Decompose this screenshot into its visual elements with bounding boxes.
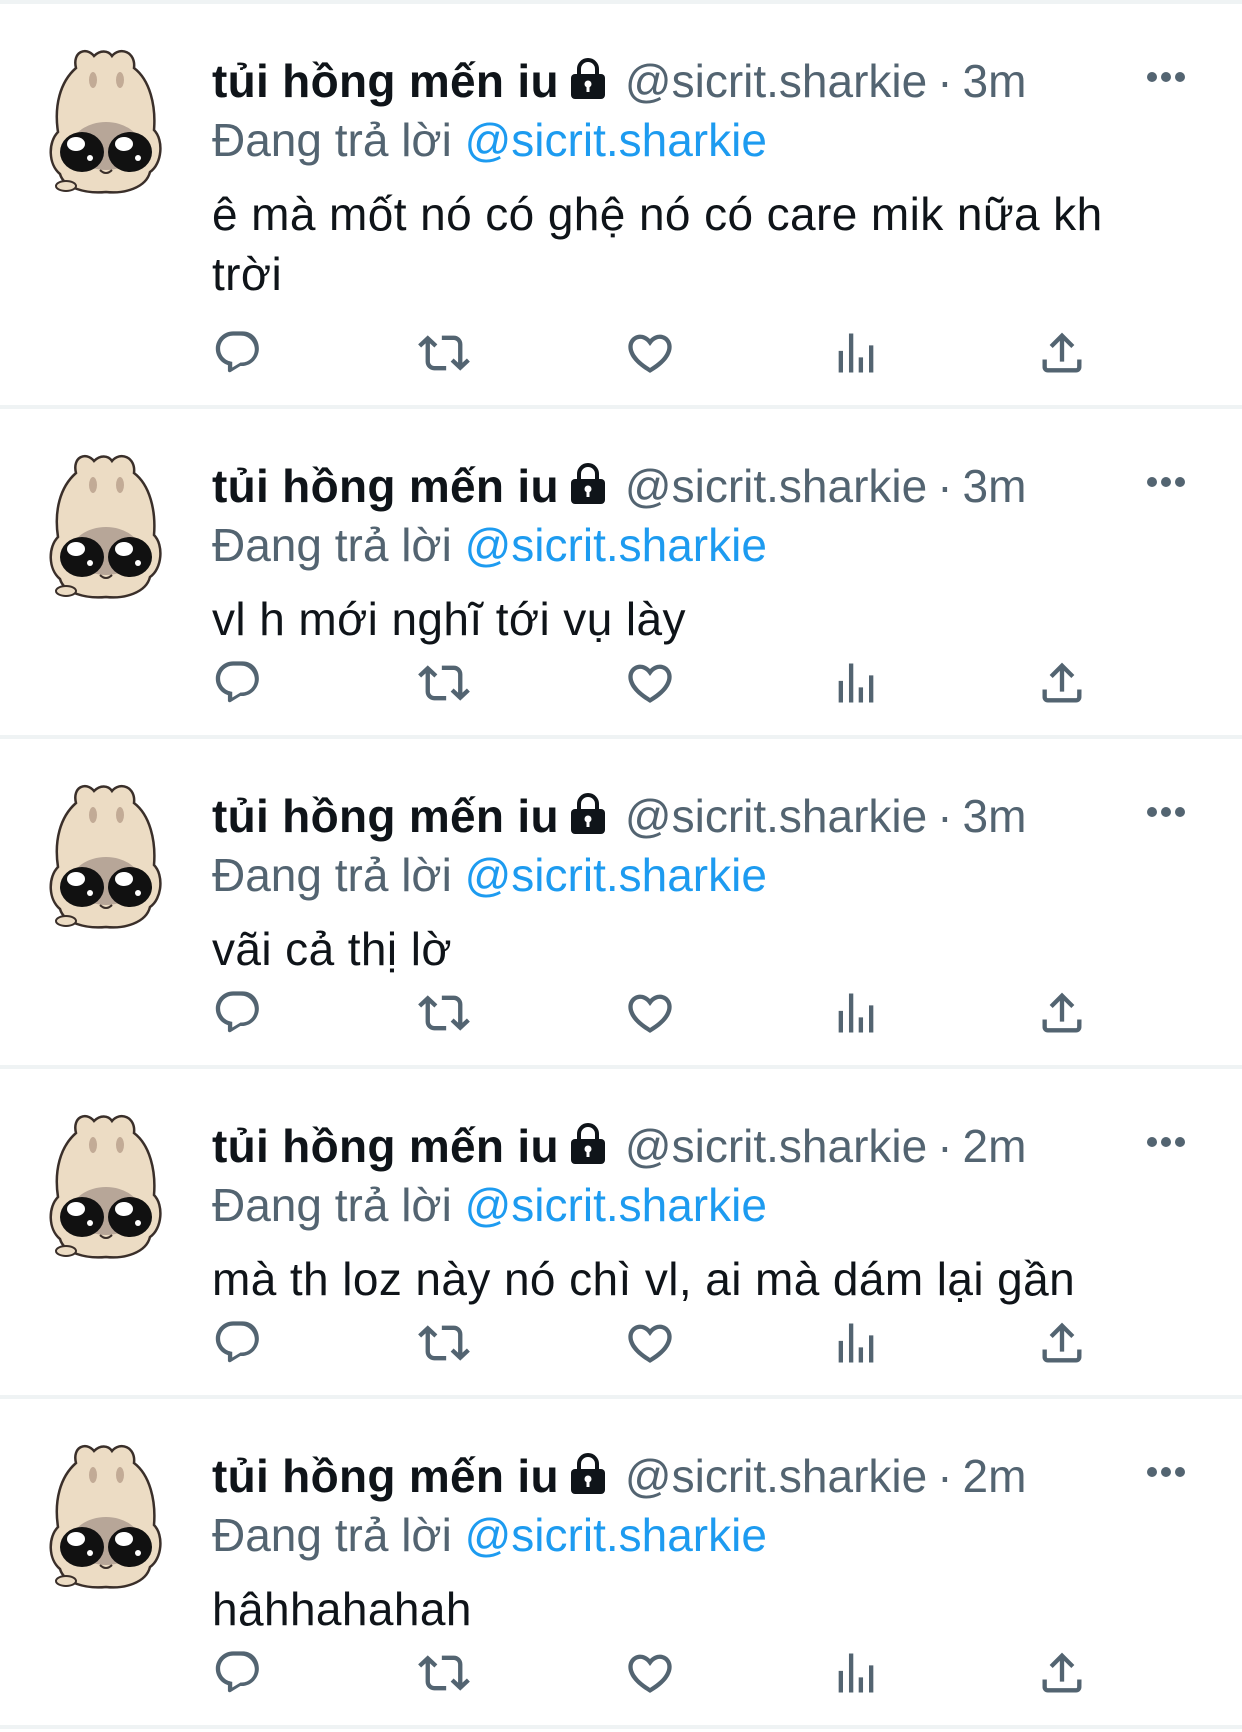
share-icon[interactable] [1036, 1647, 1088, 1699]
views-icon[interactable] [830, 987, 882, 1039]
username-handle[interactable]: @sicrit.sharkie [625, 55, 927, 107]
avatar[interactable] [46, 46, 168, 198]
display-name[interactable]: tủi hồng mến iu [212, 1120, 559, 1172]
reply-icon[interactable] [212, 1647, 264, 1699]
tweet[interactable]: tủi hồng mến iu @sicrit.sharkie · 3m Đang t… [0, 739, 1242, 1069]
reply-thread: tủi hồng mến iu @sicrit.sharkie · 3m Đang t… [0, 4, 1242, 1729]
tweet-text: vãi cả thị lờ [212, 923, 452, 975]
tweet[interactable]: tủi hồng mến iu @sicrit.sharkie · 3m Đang t… [0, 4, 1242, 409]
like-icon[interactable] [624, 657, 676, 709]
like-icon[interactable] [624, 327, 676, 379]
display-name[interactable]: tủi hồng mến iu [212, 55, 559, 107]
replying-to-mention[interactable]: @sicrit.sharkie [465, 519, 767, 571]
replying-to-label: Đang trả lời [212, 114, 452, 166]
tweet-actions [212, 327, 1242, 377]
timestamp[interactable]: 3m [963, 460, 1027, 512]
separator-dot: · [937, 790, 953, 842]
replying-to-mention[interactable]: @sicrit.sharkie [465, 114, 767, 166]
separator-dot: · [937, 460, 953, 512]
more-options-icon[interactable] [1146, 1135, 1186, 1147]
timestamp[interactable]: 2m [963, 1120, 1027, 1172]
tweet[interactable]: tủi hồng mến iu @sicrit.sharkie · 2m Đang t… [0, 1399, 1242, 1729]
reply-icon[interactable] [212, 987, 264, 1039]
views-icon[interactable] [830, 657, 882, 709]
replying-to-line: Đang trả lời @sicrit.sharkie [212, 847, 767, 903]
username-handle[interactable]: @sicrit.sharkie [625, 460, 927, 512]
views-icon[interactable] [830, 1647, 882, 1699]
lock-icon [565, 1451, 611, 1495]
share-icon[interactable] [1036, 657, 1088, 709]
separator-dot: · [937, 1450, 953, 1502]
timestamp[interactable]: 2m [963, 1450, 1027, 1502]
replying-to-label: Đang trả lời [212, 1509, 452, 1561]
more-options-icon[interactable] [1146, 70, 1186, 82]
retweet-icon[interactable] [418, 327, 470, 379]
replying-to-line: Đang trả lời @sicrit.sharkie [212, 1507, 767, 1563]
replying-to-mention[interactable]: @sicrit.sharkie [465, 1509, 767, 1561]
replying-to-label: Đang trả lời [212, 519, 452, 571]
views-icon[interactable] [830, 327, 882, 379]
tweet-header: tủi hồng mến iu @sicrit.sharkie · 3m [212, 457, 1026, 515]
tweet-header: tủi hồng mến iu @sicrit.sharkie · 3m [212, 52, 1026, 110]
retweet-icon[interactable] [418, 1317, 470, 1369]
display-name[interactable]: tủi hồng mến iu [212, 1450, 559, 1502]
tweet-actions [212, 657, 1242, 707]
tweet-header: tủi hồng mến iu @sicrit.sharkie · 2m [212, 1447, 1026, 1505]
like-icon[interactable] [624, 1317, 676, 1369]
lock-icon [565, 461, 611, 505]
tweet-header: tủi hồng mến iu @sicrit.sharkie · 2m [212, 1117, 1026, 1175]
tweet-text: ê mà mốt nó có ghệ nó có care mik nữa kh… [212, 188, 1103, 300]
tweet-actions [212, 1647, 1242, 1697]
tweet[interactable]: tủi hồng mến iu @sicrit.sharkie · 2m Đang t… [0, 1069, 1242, 1399]
like-icon[interactable] [624, 987, 676, 1039]
lock-icon [565, 1121, 611, 1165]
tweet-text: mà th loz này nó chì vl, ai mà dám lại g… [212, 1253, 1076, 1305]
tweet-text: vl h mới nghĩ tới vụ lày [212, 593, 686, 645]
more-options-icon[interactable] [1146, 1465, 1186, 1477]
username-handle[interactable]: @sicrit.sharkie [625, 1450, 927, 1502]
more-options-icon[interactable] [1146, 805, 1186, 817]
share-icon[interactable] [1036, 1317, 1088, 1369]
replying-to-line: Đang trả lời @sicrit.sharkie [212, 517, 767, 573]
replying-to-line: Đang trả lời @sicrit.sharkie [212, 112, 767, 168]
avatar[interactable] [46, 781, 168, 933]
replying-to-mention[interactable]: @sicrit.sharkie [465, 849, 767, 901]
tweet-header: tủi hồng mến iu @sicrit.sharkie · 3m [212, 787, 1026, 845]
avatar[interactable] [46, 1111, 168, 1263]
replying-to-label: Đang trả lời [212, 1179, 452, 1231]
separator-dot: · [937, 1120, 953, 1172]
tweet-text: hâhhahahah [212, 1583, 472, 1635]
share-icon[interactable] [1036, 327, 1088, 379]
reply-icon[interactable] [212, 1317, 264, 1369]
display-name[interactable]: tủi hồng mến iu [212, 790, 559, 842]
retweet-icon[interactable] [418, 987, 470, 1039]
tweet-actions [212, 987, 1242, 1037]
like-icon[interactable] [624, 1647, 676, 1699]
tweet-actions [212, 1317, 1242, 1367]
share-icon[interactable] [1036, 987, 1088, 1039]
lock-icon [565, 56, 611, 100]
timestamp[interactable]: 3m [963, 55, 1027, 107]
separator-dot: · [937, 55, 953, 107]
lock-icon [565, 791, 611, 835]
username-handle[interactable]: @sicrit.sharkie [625, 790, 927, 842]
views-icon[interactable] [830, 1317, 882, 1369]
replying-to-line: Đang trả lời @sicrit.sharkie [212, 1177, 767, 1233]
reply-icon[interactable] [212, 327, 264, 379]
username-handle[interactable]: @sicrit.sharkie [625, 1120, 927, 1172]
display-name[interactable]: tủi hồng mến iu [212, 460, 559, 512]
retweet-icon[interactable] [418, 657, 470, 709]
more-options-icon[interactable] [1146, 475, 1186, 487]
avatar[interactable] [46, 451, 168, 603]
replying-to-label: Đang trả lời [212, 849, 452, 901]
tweet[interactable]: tủi hồng mến iu @sicrit.sharkie · 3m Đang t… [0, 409, 1242, 739]
timestamp[interactable]: 3m [963, 790, 1027, 842]
retweet-icon[interactable] [418, 1647, 470, 1699]
reply-icon[interactable] [212, 657, 264, 709]
avatar[interactable] [46, 1441, 168, 1593]
replying-to-mention[interactable]: @sicrit.sharkie [465, 1179, 767, 1231]
